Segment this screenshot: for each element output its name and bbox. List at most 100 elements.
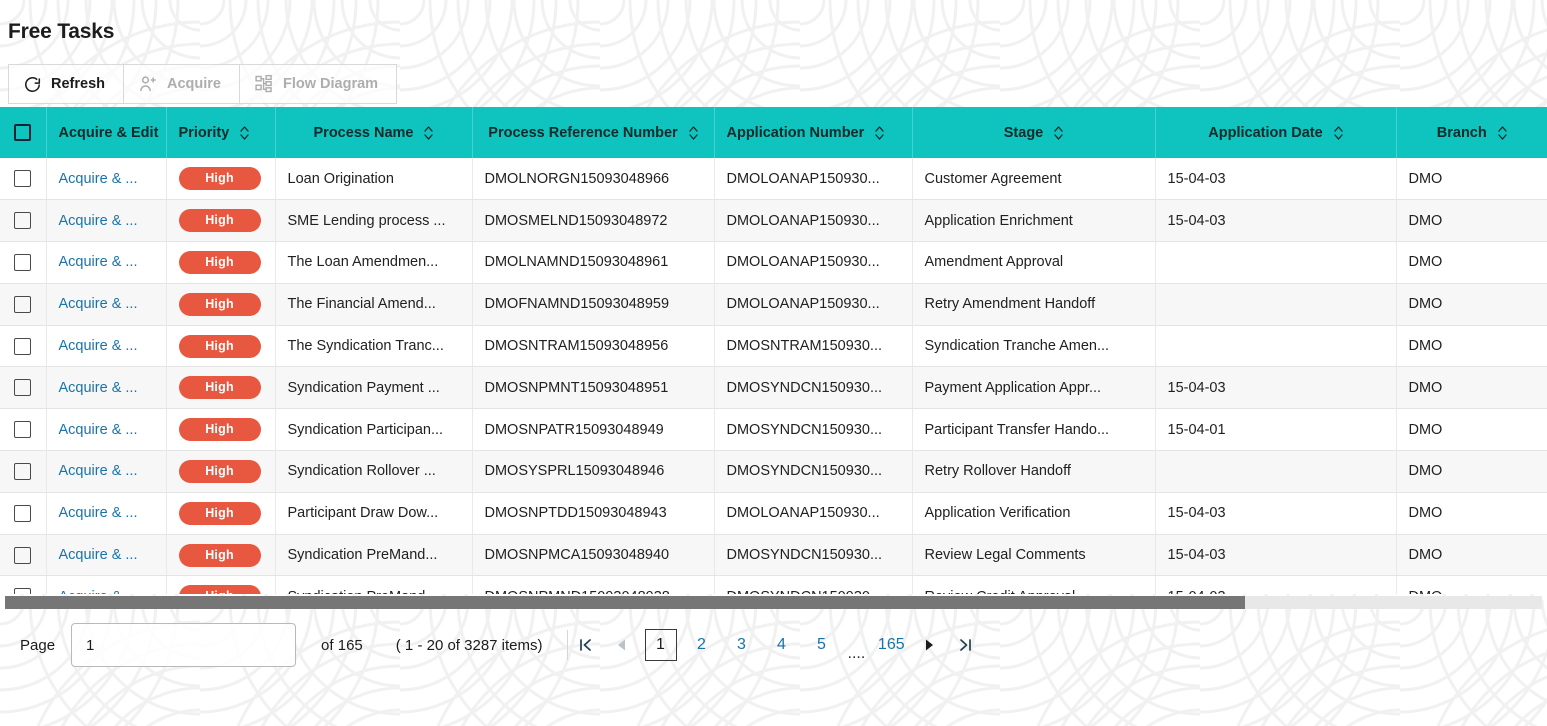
table-row[interactable]: Acquire & ... High Loan Origination DMOLNOR…	[0, 158, 1547, 201]
cell-acquire-edit[interactable]: Acquire &	[46, 575, 167, 594]
flow-diagram-button[interactable]: Flow Diagram	[240, 64, 398, 104]
row-checkbox[interactable]	[14, 379, 32, 397]
cell-stage: Review Credit Approval	[912, 575, 1156, 594]
table-row[interactable]: Acquire & ... High SME Lending process ...…	[0, 199, 1547, 243]
cell-acquire-edit[interactable]: Acquire & ...	[46, 534, 167, 577]
table-row[interactable]: Acquire & High Syndication PreMandDMOSNPMN…	[0, 575, 1547, 594]
cell-acquire-edit[interactable]: Acquire & ...	[46, 325, 167, 368]
table-row[interactable]: Acquire & ... High The Financial Amend... D…	[0, 283, 1547, 326]
cell-acquire-edit[interactable]: Acquire & ...	[46, 241, 167, 284]
cell-process-name: The Financial Amend...	[275, 283, 473, 326]
sort-updown-icon[interactable]	[424, 125, 434, 140]
acquire-and-edit-link[interactable]: Acquire & ...	[59, 338, 138, 354]
table-row[interactable]: Acquire & ... High Participant Draw Dow...…	[0, 492, 1547, 535]
acquire-and-edit-link[interactable]: Acquire & ...	[59, 171, 138, 187]
row-checkbox-cell	[0, 534, 47, 577]
header-label-application-date: Application Date	[1208, 124, 1323, 141]
last-page-icon[interactable]	[947, 625, 983, 665]
table-row[interactable]: Acquire & ... High Syndication PreMand... D…	[0, 534, 1547, 577]
header-label-application-number: Application Number	[726, 124, 865, 141]
table-row[interactable]: Acquire & ... High The Loan Amendmen... DMO…	[0, 241, 1547, 284]
acquire-and-edit-link[interactable]: Acquire &	[59, 589, 122, 594]
acquire-and-edit-link[interactable]: Acquire & ...	[59, 380, 138, 396]
row-checkbox[interactable]	[14, 588, 32, 594]
row-checkbox-cell	[0, 575, 47, 594]
table-row[interactable]: Acquire & ... High Syndication Payment ...…	[0, 366, 1547, 410]
row-checkbox[interactable]	[14, 504, 32, 522]
row-checkbox[interactable]	[14, 546, 32, 564]
select-all-checkbox[interactable]	[14, 124, 32, 141]
row-checkbox[interactable]	[14, 212, 32, 230]
row-checkbox[interactable]	[14, 337, 32, 355]
table-body: Acquire & ... High Loan Origination DMOLNOR…	[0, 158, 1547, 594]
table-row[interactable]: Acquire & ... High Syndication Participan.…	[0, 408, 1547, 452]
cell-acquire-edit[interactable]: Acquire & ...	[46, 450, 167, 493]
next-page-icon[interactable]	[911, 625, 947, 665]
prev-page-icon[interactable]	[604, 625, 640, 665]
header-cell-application-date[interactable]: Application Date	[1155, 107, 1397, 158]
page-button-1[interactable]: 1	[644, 629, 677, 661]
cell-acquire-edit[interactable]: Acquire & ...	[46, 492, 167, 535]
cell-application-date	[1155, 450, 1397, 493]
header-cell-branch[interactable]: Branch	[1396, 107, 1547, 158]
sort-updown-icon[interactable]	[689, 125, 698, 140]
cell-priority: High	[166, 366, 276, 410]
horizontal-scrollbar-thumb[interactable]	[5, 596, 1245, 609]
page-button-3[interactable]: 3	[727, 630, 757, 660]
cell-application-number: DMOLOANAP150930...	[714, 283, 913, 326]
cell-application-date	[1155, 325, 1397, 368]
sort-updown-icon[interactable]	[1054, 125, 1063, 140]
page-button-2[interactable]: 2	[687, 630, 717, 660]
sort-updown-icon[interactable]	[1498, 125, 1507, 140]
row-checkbox[interactable]	[14, 253, 32, 271]
sort-updown-icon[interactable]	[1334, 125, 1343, 140]
header-cell-stage[interactable]: Stage	[912, 107, 1156, 158]
acquire-and-edit-link[interactable]: Acquire & ...	[59, 422, 138, 438]
row-checkbox[interactable]	[14, 421, 32, 439]
cell-acquire-edit[interactable]: Acquire & ...	[46, 158, 167, 201]
cell-acquire-edit[interactable]: Acquire & ...	[46, 199, 167, 243]
page-number-input[interactable]	[71, 623, 297, 667]
header-label-stage: Stage	[1003, 124, 1044, 141]
page-button-last[interactable]: 165	[876, 630, 906, 660]
row-checkbox[interactable]	[14, 462, 32, 480]
acquire-and-edit-link[interactable]: Acquire & ...	[59, 505, 138, 521]
acquire-and-edit-link[interactable]: Acquire & ...	[59, 547, 138, 563]
acquire-and-edit-link[interactable]: Acquire & ...	[59, 213, 138, 229]
cell-process-name: Syndication Payment ...	[275, 366, 473, 410]
acquire-button[interactable]: Acquire	[124, 64, 240, 104]
cell-application-number: DMOSYNDCN150930...	[714, 534, 913, 577]
cell-process-reference-number: DMOSNPATR15093048949	[472, 408, 715, 452]
row-checkbox[interactable]	[14, 170, 32, 188]
cell-acquire-edit[interactable]: Acquire & ...	[46, 283, 167, 326]
refresh-button[interactable]: Refresh	[8, 64, 124, 104]
table-row[interactable]: Acquire & ... High Syndication Rollover ..…	[0, 450, 1547, 493]
cell-priority: High	[166, 325, 276, 368]
first-page-icon[interactable]	[568, 625, 604, 665]
header-cell-application-number[interactable]: Application Number	[714, 107, 913, 158]
acquire-and-edit-link[interactable]: Acquire & ...	[59, 254, 138, 270]
row-checkbox[interactable]	[14, 295, 32, 313]
header-cell-process-name[interactable]: Process Name	[275, 107, 473, 158]
page-button-5[interactable]: 5	[807, 630, 837, 660]
cell-branch: DMO	[1396, 534, 1547, 577]
cell-application-date: 15-04-03	[1155, 534, 1397, 577]
cell-priority: High	[166, 450, 276, 493]
cell-application-number: DMOLOANAP150930...	[714, 241, 913, 284]
sort-updown-icon[interactable]	[875, 125, 884, 140]
row-checkbox-cell	[0, 450, 47, 493]
header-cell-priority[interactable]: Priority	[166, 107, 276, 158]
row-checkbox-cell	[0, 492, 47, 535]
header-cell-process-reference-number[interactable]: Process Reference Number	[472, 107, 715, 158]
table-row[interactable]: Acquire & ... High The Syndication Tranc..…	[0, 325, 1547, 368]
cell-priority: High	[166, 158, 276, 201]
flow-diagram-button-label: Flow Diagram	[283, 76, 379, 92]
cell-application-date: 15-04-03	[1155, 199, 1397, 243]
page-button-4[interactable]: 4	[767, 630, 797, 660]
tasks-grid-container: Acquire & Edit Priority Process Name Pro…	[0, 107, 1547, 594]
cell-acquire-edit[interactable]: Acquire & ...	[46, 408, 167, 452]
acquire-and-edit-link[interactable]: Acquire & ...	[59, 463, 138, 479]
cell-acquire-edit[interactable]: Acquire & ...	[46, 366, 167, 410]
sort-updown-icon[interactable]	[240, 125, 249, 140]
acquire-and-edit-link[interactable]: Acquire & ...	[59, 296, 138, 312]
